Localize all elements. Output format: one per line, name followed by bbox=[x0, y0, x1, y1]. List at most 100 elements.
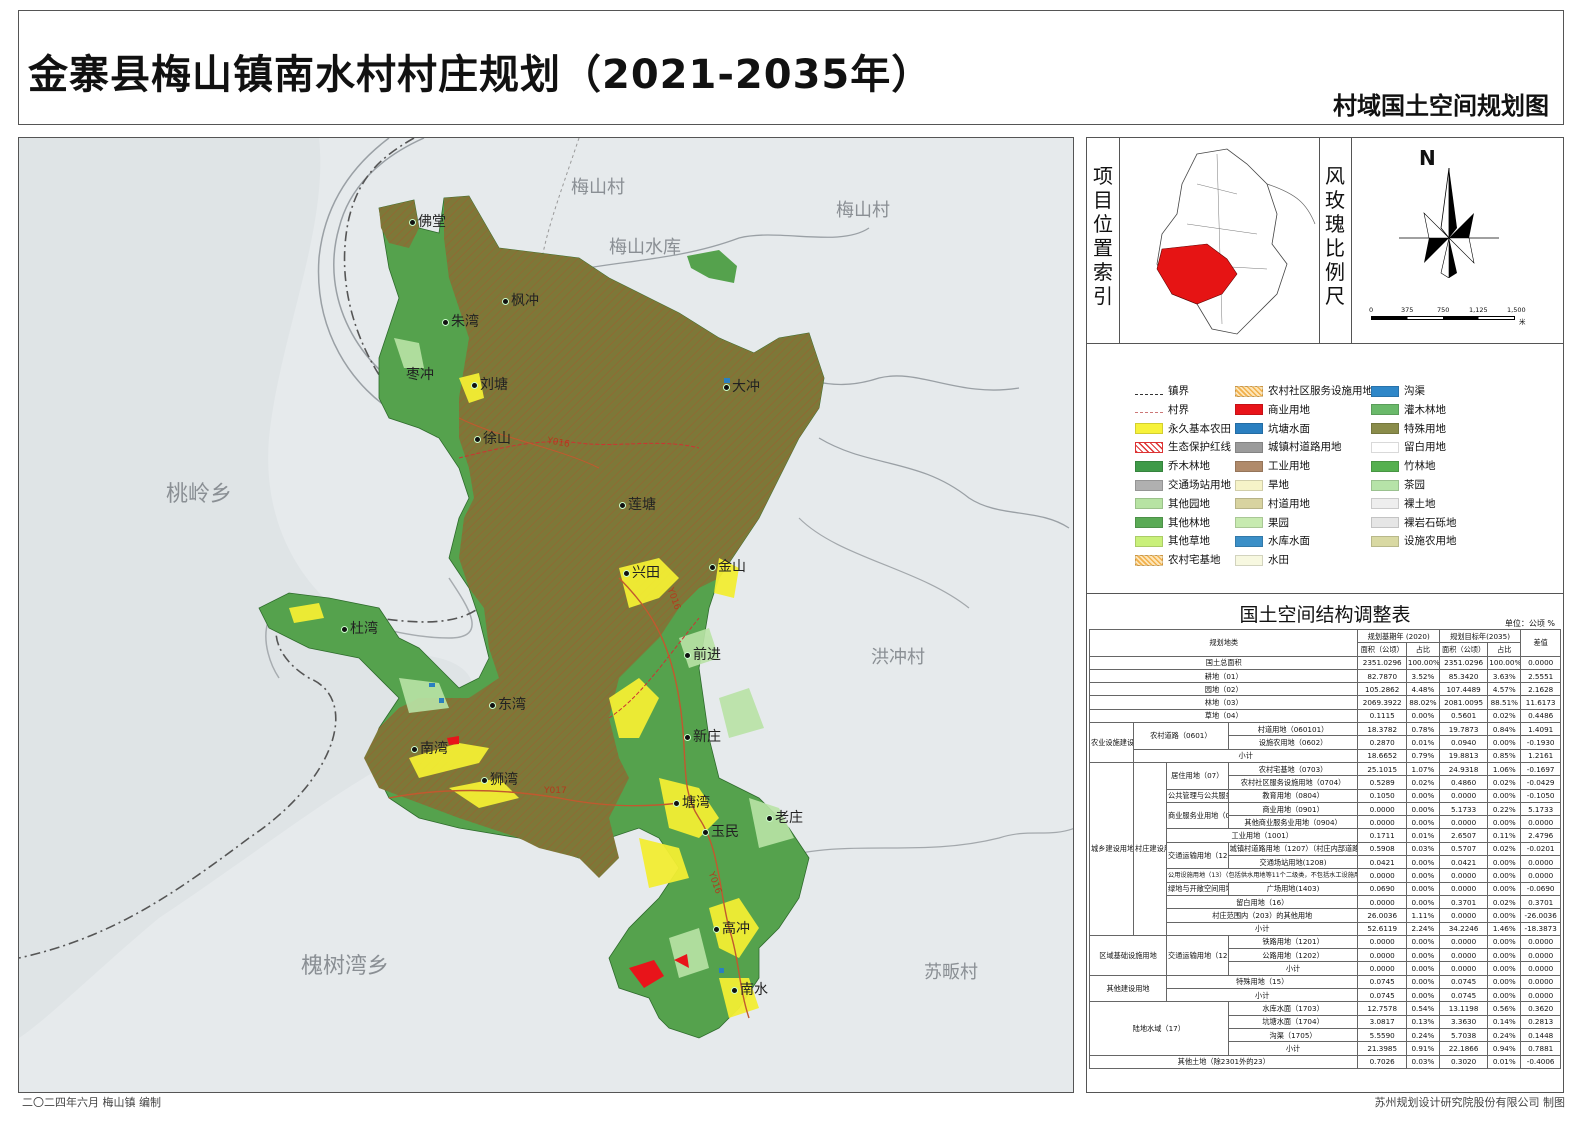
table-cell: 0.02% bbox=[1405, 775, 1440, 790]
table-cell: 0.00% bbox=[1487, 908, 1522, 923]
table-row: 林地（03） 2069.3922 88.02% 2081.0095 88.51% 11.6… bbox=[1088, 695, 1561, 710]
table-header: 占比 bbox=[1405, 642, 1440, 657]
table-cell: 0.00% bbox=[1405, 934, 1440, 950]
north-label: N bbox=[1419, 146, 1436, 170]
table-cell: 2.4796 bbox=[1520, 828, 1561, 843]
table-cell: 交通运输用地（12） bbox=[1166, 841, 1229, 870]
village-label: 杜湾 bbox=[341, 618, 378, 638]
legend-label: 设施农用地 bbox=[1404, 535, 1457, 548]
table-cell: 0.0940 bbox=[1438, 735, 1489, 750]
legend-label: 农村宅基地 bbox=[1168, 554, 1221, 567]
table-cell: -0.0429 bbox=[1520, 775, 1561, 790]
legend-label: 留白用地 bbox=[1404, 441, 1446, 454]
table-cell: 0.0000 bbox=[1438, 948, 1489, 963]
table-cell: 0.0000 bbox=[1438, 815, 1489, 830]
footer-drafter: 苏州规划设计研究院股份有限公司 制图 bbox=[1374, 1096, 1566, 1109]
table-cell: 0.03% bbox=[1405, 841, 1440, 857]
land-structure-table: 规划地类 规划基期年 (2020) 规划目标年(2035) 差值 面积（公顷） 占比 面积（… bbox=[1088, 628, 1561, 1069]
table-cell: 0.24% bbox=[1487, 1027, 1522, 1043]
table-cell: 2.24% bbox=[1405, 921, 1440, 936]
table-cell: 1.06% bbox=[1487, 761, 1522, 777]
legend-swatch bbox=[1135, 393, 1163, 395]
legend-swatch bbox=[1371, 498, 1399, 510]
scale-unit: 米 bbox=[1519, 318, 1526, 326]
table-cell: 0.0000 bbox=[1438, 934, 1489, 950]
table-cell: 52.6119 bbox=[1357, 921, 1407, 936]
side-panel: 项目位置索引 风玫瑰比例尺 N 0 375 750 1,125 1,500 米 … bbox=[1086, 137, 1564, 1093]
legend-item: 灌木林地 bbox=[1371, 403, 1446, 417]
legend-swatch bbox=[1371, 460, 1399, 472]
legend-swatch bbox=[1135, 412, 1163, 414]
legend-swatch bbox=[1235, 460, 1263, 472]
table-cell: 0.00% bbox=[1405, 988, 1440, 1003]
legend-swatch bbox=[1135, 517, 1163, 529]
table-header: 占比 bbox=[1487, 642, 1522, 657]
table-cell: 0.00% bbox=[1405, 815, 1440, 830]
table-cell: -0.0690 bbox=[1520, 881, 1561, 896]
place-meishancun-north: 梅山村 bbox=[571, 177, 625, 198]
legend-label: 果园 bbox=[1268, 516, 1289, 529]
table-cell: 0.3620 bbox=[1520, 1001, 1561, 1016]
table-row: 小计 18.6652 0.79% 19.8813 0.85% 1.2161 bbox=[1090, 748, 1561, 763]
table-cell: 0.79% bbox=[1405, 748, 1440, 763]
legend-label: 乔木林地 bbox=[1168, 460, 1210, 473]
table-cell: 105.2862 bbox=[1357, 682, 1407, 697]
place-supancun: 苏畈村 bbox=[924, 962, 978, 983]
village-label: 狮湾 bbox=[481, 769, 518, 789]
table-cell: 0.1711 bbox=[1357, 828, 1407, 843]
table-cell: 0.0000 bbox=[1357, 948, 1407, 963]
legend-label: 永久基本农田 bbox=[1168, 422, 1231, 435]
table-cell: 0.11% bbox=[1487, 828, 1522, 843]
table-cell: 公用设施用地（13）（包括供水用地等11个二级类，不包括水工设施用地） bbox=[1166, 868, 1359, 883]
legend-label: 交通场站用地 bbox=[1168, 479, 1231, 491]
table-cell: 0.00% bbox=[1487, 815, 1522, 830]
table-cell: 12.7578 bbox=[1357, 1001, 1407, 1016]
legend-item: 水田 bbox=[1235, 553, 1289, 567]
map-svg bbox=[19, 138, 1073, 1092]
table-cell: 0.0421 bbox=[1438, 855, 1489, 870]
village-label: 前进 bbox=[684, 644, 721, 664]
legend-label: 城镇村道路用地 bbox=[1268, 441, 1342, 454]
legend-item: 镇界 bbox=[1135, 384, 1189, 398]
scale-tick: 0 bbox=[1369, 306, 1374, 314]
table-cell: 0.0000 bbox=[1357, 868, 1407, 883]
table-cell: 1.46% bbox=[1487, 921, 1522, 936]
legend-label: 裸土地 bbox=[1404, 497, 1436, 510]
legend-label: 村道用地 bbox=[1268, 497, 1310, 510]
table-header: 规划目标年(2035) bbox=[1438, 628, 1522, 644]
table-cell: 0.00% bbox=[1405, 948, 1440, 963]
table-cell: 1.11% bbox=[1405, 908, 1440, 923]
table-cell: 0.0745 bbox=[1438, 974, 1489, 990]
legend-item: 生态保护红线 bbox=[1135, 440, 1231, 454]
village-label: 老庄 bbox=[766, 807, 803, 827]
legend-label: 裸岩石砾地 bbox=[1404, 516, 1457, 529]
table-cell: 小计 bbox=[1133, 748, 1359, 763]
table-cell: 公路用地（1202） bbox=[1227, 948, 1359, 963]
table-cell: 0.01% bbox=[1487, 1054, 1522, 1069]
table-cell: 0.02% bbox=[1487, 894, 1522, 910]
table-cell: 0.24% bbox=[1405, 1027, 1440, 1043]
table-cell: 0.00% bbox=[1487, 988, 1522, 1003]
legend-item: 果园 bbox=[1235, 516, 1289, 530]
village-label: 兴田 bbox=[623, 562, 660, 582]
table-cell: 1.2161 bbox=[1520, 748, 1561, 763]
table-cell: 0.00% bbox=[1487, 974, 1522, 990]
table-cell: 留白用地（16） bbox=[1166, 894, 1359, 910]
table-cell: 农村宅基地（0703） bbox=[1227, 761, 1359, 777]
legend-label: 镇界 bbox=[1168, 385, 1189, 397]
map-canvas[interactable]: 梅山村 梅山村 梅山水库 桃岭乡 洪冲村 槐树湾乡 苏畈村 佛堂 枫冲 朱湾 枣… bbox=[18, 137, 1074, 1093]
legend-label: 其他草地 bbox=[1168, 535, 1210, 548]
table-cell: 教育用地（0804） bbox=[1227, 788, 1359, 803]
table-cell: 其他土地（除2301外的23） bbox=[1088, 1054, 1359, 1069]
table-cell: 0.0000 bbox=[1520, 948, 1561, 963]
table-cell: 0.0000 bbox=[1520, 988, 1561, 1003]
legend-item: 其他林地 bbox=[1135, 516, 1210, 530]
table-cell: 村道用地（060101） bbox=[1227, 722, 1359, 737]
table-header: 差值 bbox=[1520, 629, 1561, 657]
table-row: 城乡建设用地村庄建设用地居住用地（07）农村宅基地（0703）25.10151.… bbox=[1088, 761, 1561, 936]
legend-label: 旱地 bbox=[1268, 479, 1289, 491]
table-cell: 村庄建设用地 bbox=[1133, 761, 1168, 936]
table-cell: 交通运输用地（12） bbox=[1166, 934, 1229, 976]
table-cell: 85.3420 bbox=[1438, 668, 1489, 684]
table-cell: 0.0690 bbox=[1357, 881, 1407, 896]
